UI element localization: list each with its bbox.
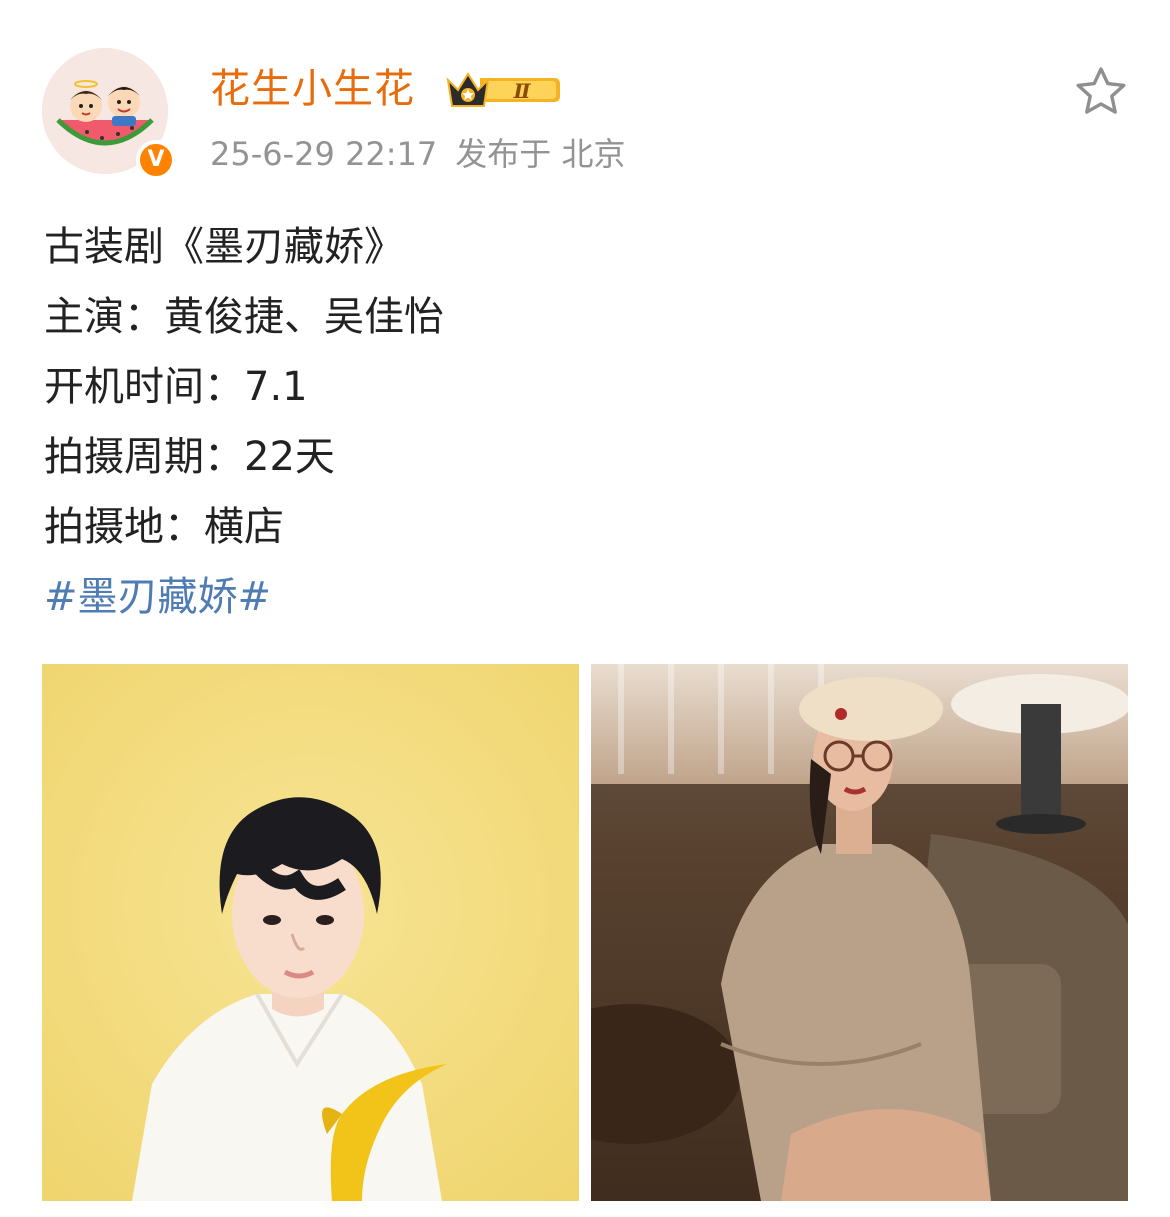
post-photo-2[interactable] bbox=[591, 664, 1128, 1201]
post-content: 古装剧《墨刃藏娇》 主演：黄俊捷、吴佳怡 开机时间：7.1 拍摄周期：22天 拍… bbox=[44, 212, 1124, 632]
post-text-line-title: 古装剧《墨刃藏娇》 bbox=[44, 224, 404, 270]
post-photo-1[interactable] bbox=[42, 664, 579, 1201]
post-text-line-start-date: 开机时间：7.1 bbox=[44, 364, 308, 410]
post-text-line-location: 拍摄地：横店 bbox=[44, 504, 284, 550]
post-location: 发布于 北京 bbox=[455, 135, 626, 173]
weibo-post-card: V 花生小生花 Ⅱ 25-6-29 22:17 发布于 北京 古装剧《墨刃藏娇》 … bbox=[0, 0, 1170, 1217]
post-date: 25-6-29 22:17 bbox=[210, 135, 438, 173]
photo-young-man-image bbox=[42, 664, 579, 1201]
favorite-button[interactable] bbox=[1072, 64, 1130, 120]
post-meta: 25-6-29 22:17 发布于 北京 bbox=[210, 132, 625, 176]
verified-mark: V bbox=[147, 147, 165, 172]
star-outline-icon bbox=[1076, 67, 1126, 114]
author-name[interactable]: 花生小生花 bbox=[210, 62, 415, 116]
post-text-line-cast: 主演：黄俊捷、吴佳怡 bbox=[44, 294, 444, 340]
hashtag-link[interactable]: #墨刃藏娇# bbox=[44, 562, 1124, 632]
vip-crown-badge-icon[interactable]: Ⅱ bbox=[444, 66, 562, 112]
post-text-line-duration: 拍摄周期：22天 bbox=[44, 434, 335, 480]
verified-badge-icon: V bbox=[136, 140, 176, 180]
photo-young-woman-image bbox=[591, 664, 1128, 1201]
author-avatar[interactable]: V bbox=[42, 48, 176, 180]
vip-level-text: Ⅱ bbox=[513, 79, 532, 103]
